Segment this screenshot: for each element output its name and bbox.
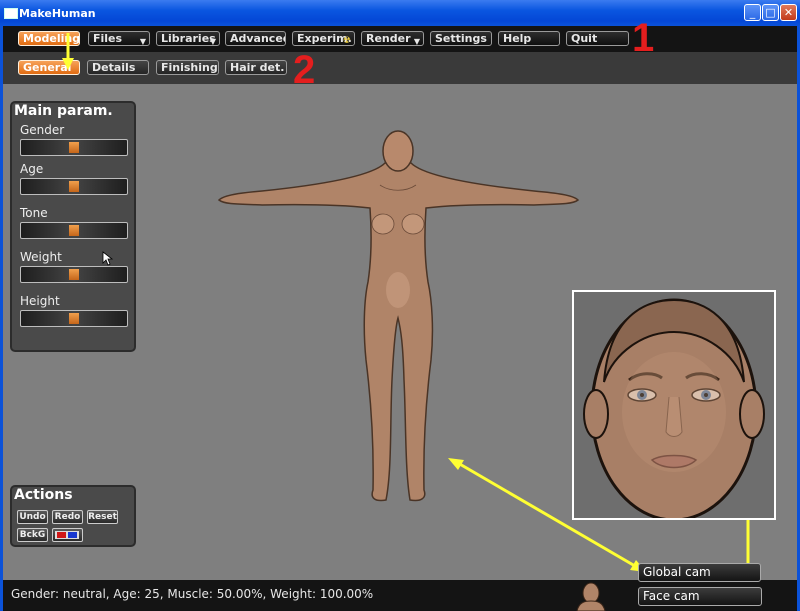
human-model[interactable] (217, 130, 580, 502)
face-render (583, 298, 765, 518)
face-cam-button[interactable]: Face cam (638, 587, 762, 606)
face-thumbnail-icon[interactable] (571, 580, 611, 611)
mouse-cursor-icon (102, 251, 114, 266)
status-text: Gender: neutral, Age: 25, Muscle: 50.00%… (11, 587, 374, 601)
global-cam-button[interactable]: Global cam (638, 563, 761, 582)
face-camera-view[interactable] (572, 290, 776, 520)
